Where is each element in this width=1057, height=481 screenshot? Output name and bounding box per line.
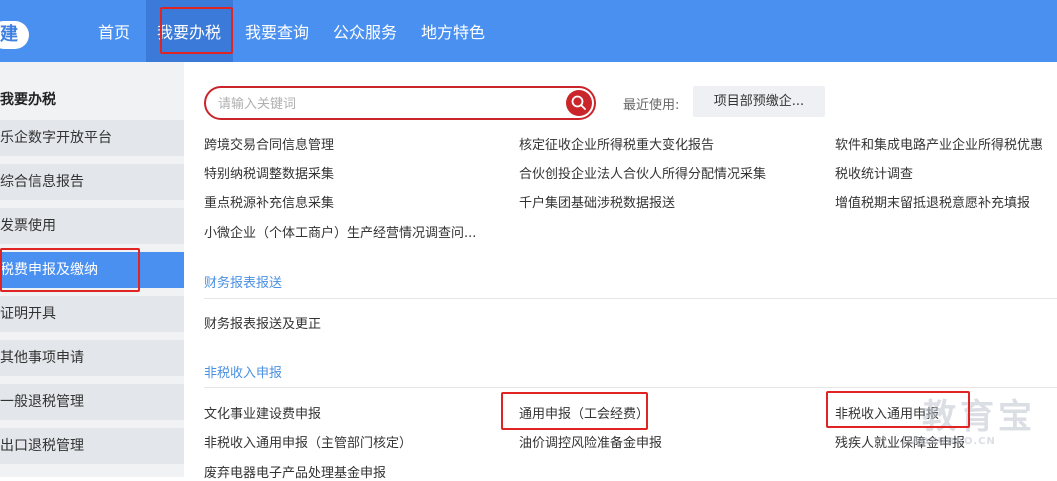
sidebar-item-tax-declaration[interactable]: 税费申报及缴纳 <box>0 252 184 288</box>
section-divider <box>204 298 1057 299</box>
nav-home[interactable]: 首页 <box>98 0 130 62</box>
link-general-union-fee[interactable]: 通用申报（工会经费） <box>519 403 649 422</box>
sidebar-item-certificate[interactable]: 证明开具 <box>0 296 184 332</box>
recent-use-label: 最近使用: <box>623 98 680 113</box>
link-tax-statistics-survey[interactable]: 税收统计调查 <box>835 163 913 182</box>
link-nontax-general-dept[interactable]: 非税收入通用申报（主管部门核定） <box>204 432 412 451</box>
recent-use-item[interactable]: 项目部预缴企... <box>693 86 825 117</box>
link-software-ic-preferential[interactable]: 软件和集成电路产业企业所得税优惠 <box>835 134 1043 153</box>
watermark-brand: 教育宝 <box>922 397 1036 437</box>
nav-local-features[interactable]: 地方特色 <box>421 0 485 62</box>
site-logo[interactable]: 建 <box>0 21 29 49</box>
link-verified-income-change[interactable]: 核定征收企业所得税重大变化报告 <box>519 134 714 153</box>
section-title-nontax: 非税收入申报 <box>204 366 283 381</box>
nav-tax-handling[interactable]: 我要办税 <box>157 0 221 62</box>
watermark: 教育宝 JIAOYUBAO.CN <box>898 400 1036 447</box>
link-small-micro-survey[interactable]: 小微企业（个体工商户）生产经营情况调查问... <box>204 222 476 241</box>
sidebar-item-info-report[interactable]: 综合信息报告 <box>0 164 184 200</box>
link-thousand-groups[interactable]: 千户集团基础涉税数据报送 <box>519 192 675 211</box>
link-culture-construction-fee[interactable]: 文化事业建设费申报 <box>204 403 321 422</box>
link-financial-report[interactable]: 财务报表报送及更正 <box>204 313 321 332</box>
link-key-tax-source[interactable]: 重点税源补充信息采集 <box>204 192 334 211</box>
nav-query[interactable]: 我要查询 <box>245 0 309 62</box>
link-special-tax-adjust[interactable]: 特别纳税调整数据采集 <box>204 163 334 182</box>
link-cross-border-contract[interactable]: 跨境交易合同信息管理 <box>204 134 334 153</box>
search-button[interactable] <box>566 90 592 116</box>
sidebar-header: 我要办税 <box>0 92 56 108</box>
search-icon <box>571 95 586 110</box>
link-waste-electronics-fund[interactable]: 废弃电器电子产品处理基金申报 <box>204 462 386 481</box>
section-title-financial: 财务报表报送 <box>204 276 283 291</box>
sidebar-item-export-refund[interactable]: 出口退税管理 <box>0 428 184 464</box>
link-oil-price-fund[interactable]: 油价调控风险准备金申报 <box>519 432 662 451</box>
sidebar-item-leqi-platform[interactable]: 乐企数字开放平台 <box>0 120 184 156</box>
top-nav-bar: 建 首页 我要办税 我要查询 公众服务 地方特色 <box>0 0 1057 62</box>
search-box <box>204 86 596 120</box>
nav-public-service[interactable]: 公众服务 <box>333 0 397 62</box>
search-input[interactable] <box>218 94 558 114</box>
section-divider <box>204 387 1057 388</box>
watermark-url: JIAOYUBAO.CN <box>902 436 996 447</box>
link-partnership-venture[interactable]: 合伙创投企业法人合伙人所得分配情况采集 <box>519 163 766 182</box>
link-vat-refund-intention[interactable]: 增值税期末留抵退税意愿补充填报 <box>835 192 1030 211</box>
sidebar-item-invoice[interactable]: 发票使用 <box>0 208 184 244</box>
sidebar-item-other-application[interactable]: 其他事项申请 <box>0 340 184 376</box>
sidebar-item-general-refund[interactable]: 一般退税管理 <box>0 384 184 420</box>
